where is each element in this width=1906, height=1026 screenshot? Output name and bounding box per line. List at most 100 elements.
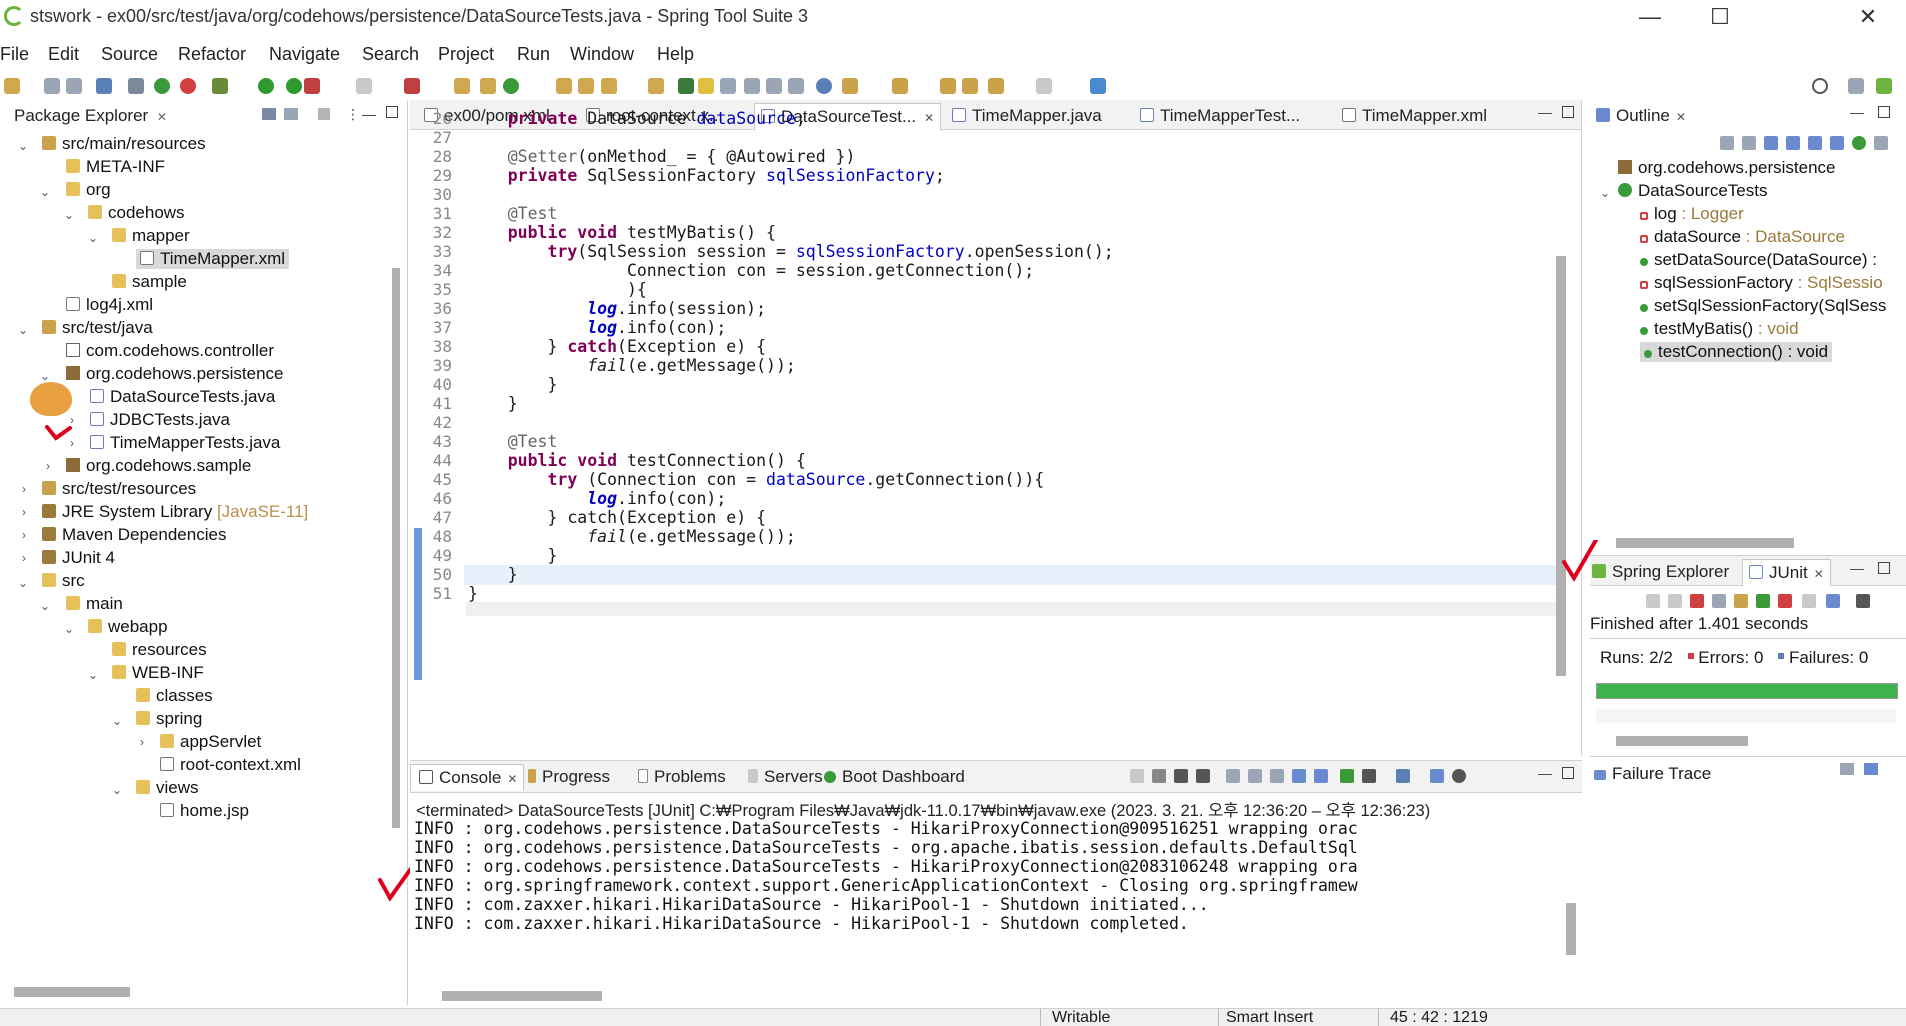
scroll-lock-icon[interactable] [1712,594,1726,608]
prev-failure-icon[interactable] [1668,594,1682,608]
display-console-icon[interactable] [1362,769,1376,783]
sort-icon[interactable] [1742,136,1756,150]
maximize-view-icon[interactable] [1562,767,1574,779]
tree-item-src[interactable]: src [42,571,85,591]
outline-item-package[interactable]: org.codehows.persistence [1618,158,1836,178]
view-menu-icon[interactable]: ⋮ [346,106,360,123]
menu-edit[interactable]: Edit [48,44,79,65]
maximize-view-icon[interactable] [1878,106,1890,118]
terminate-console-icon[interactable] [1152,769,1166,783]
outline-horizontal-scrollbar[interactable] [1616,538,1794,548]
expand-arrow-icon[interactable]: ⌄ [1600,186,1610,200]
scroll-lock-icon[interactable] [1248,769,1262,783]
tree-item-org-codehows-sample[interactable]: org.codehows.sample [66,456,251,476]
highlight-icon[interactable] [698,78,714,94]
expand-arrow-icon[interactable]: › [22,505,26,519]
run-last-icon[interactable] [286,78,302,94]
show-whitespace-icon[interactable] [744,78,760,94]
maximize-button[interactable]: ☐ [1690,2,1750,32]
expand-arrow-icon[interactable]: › [140,735,144,749]
tree-item-web-inf[interactable]: WEB-INF [112,663,204,683]
pilcrow-icon[interactable] [788,78,804,94]
tree-item-src-test-java[interactable]: src/test/java [42,318,153,338]
outline-tab[interactable]: Outline ✕ [1590,103,1692,130]
menu-file[interactable]: File [0,44,29,65]
tree-item-webapp[interactable]: webapp [88,617,168,637]
explorer-horizontal-scrollbar[interactable] [14,987,130,997]
outline-item-sqlsessionfactory[interactable]: sqlSessionFactory : SqlSessio [1640,273,1883,293]
junit-tab[interactable]: JUnit ✕ [1742,559,1831,586]
expand-arrow-icon[interactable]: ⌄ [40,369,50,383]
tree-item-log4j-xml[interactable]: log4j.xml [66,295,153,315]
tree-item-classes[interactable]: classes [136,686,213,706]
back-icon[interactable] [962,78,978,94]
new-server-icon[interactable] [404,78,420,94]
tree-item-timemappertests-java[interactable]: TimeMapperTests.java [90,433,280,453]
history-icon[interactable] [1826,594,1840,608]
outline-item-class[interactable]: DataSourceTests [1618,181,1767,201]
tree-item-maven-dependencies[interactable]: Maven Dependencies [42,525,226,545]
tree-item-meta-inf[interactable]: META-INF [66,157,165,177]
minimize-view-icon[interactable]: — [1850,560,1864,576]
close-tab-icon[interactable]: ✕ [507,772,517,786]
new-icon[interactable] [4,78,20,94]
problems-tab[interactable]: Problems [632,764,732,791]
junit-horizontal-scrollbar[interactable] [1616,736,1748,746]
refresh-icon[interactable] [180,78,196,94]
progress-tab[interactable]: Progress [522,764,616,791]
tree-item-org[interactable]: org [66,180,111,200]
console-output[interactable]: INFO : org.codehows.persistence.DataSour… [410,819,1558,969]
word-wrap-icon[interactable] [1270,769,1284,783]
tree-item-jre-system-library[interactable]: JRE System Library [JavaSE-11] [42,502,308,522]
expand-arrow-icon[interactable]: ⌄ [40,185,50,199]
minimize-view-icon[interactable]: — [1850,104,1864,120]
minimize-button[interactable]: — [1620,2,1680,32]
expand-arrow-icon[interactable]: › [46,459,50,473]
open-task-icon[interactable] [578,78,594,94]
last-edit-icon[interactable] [940,78,956,94]
outline-item-testconnection[interactable]: testConnection() : void [1640,342,1833,362]
word-wrap-icon[interactable] [766,78,782,94]
tree-item-mapper[interactable]: mapper [112,226,190,246]
debug-icon[interactable] [212,78,228,94]
expand-arrow-icon[interactable]: ⌄ [40,599,50,613]
expand-arrow-icon[interactable]: ⌄ [18,139,28,153]
expand-arrow-icon[interactable]: ⌄ [18,323,28,337]
expand-arrow-icon[interactable]: ⌄ [18,576,28,590]
hide-fields-icon[interactable] [1764,136,1778,150]
remove-launch-icon[interactable] [1174,769,1188,783]
outline-item-datasource[interactable]: dataSource : DataSource [1640,227,1845,247]
menu-help[interactable]: Help [657,44,694,65]
console-horizontal-scrollbar[interactable] [442,991,602,1001]
hide-static-icon[interactable] [1786,136,1800,150]
tree-item-com-codehows-controller[interactable]: com.codehows.controller [66,341,274,361]
show-stdout-icon[interactable] [1292,769,1306,783]
expand-arrow-icon[interactable]: › [22,528,26,542]
collapse-all-icon[interactable] [1720,136,1734,150]
search-toolbar-icon[interactable] [601,78,617,94]
editor-vertical-scrollbar[interactable] [1556,256,1566,676]
expand-arrow-icon[interactable]: ⌄ [112,714,122,728]
tree-item-root-context-xml[interactable]: root-context.xml [160,755,301,775]
close-tab-icon[interactable]: ✕ [1814,567,1824,581]
expand-arrow-icon[interactable]: ⌄ [88,668,98,682]
outline-item-setsqlsessionfactory[interactable]: setSqlSessionFactory(SqlSess [1640,296,1886,316]
tree-item-resources[interactable]: resources [112,640,207,660]
expand-arrow-icon[interactable]: › [22,482,26,496]
tree-item-sample[interactable]: sample [112,272,187,292]
print-icon[interactable] [96,78,112,94]
expand-arrow-icon[interactable]: › [70,436,74,450]
filter-icon[interactable] [318,108,330,120]
block-selection-icon[interactable] [720,78,736,94]
close-tab-icon[interactable]: ✕ [1676,110,1686,124]
expand-arrow-icon[interactable]: ⌄ [64,208,74,222]
back-arrow-icon[interactable] [988,78,1004,94]
globe-icon[interactable] [816,78,832,94]
minimize-view-icon[interactable]: — [362,106,376,122]
outline-item-setdatasource[interactable]: setDataSource(DataSource) : [1640,250,1877,270]
explorer-vertical-scrollbar[interactable] [392,268,400,828]
outline-item-testmybatis[interactable]: testMyBatis() : void [1640,319,1799,339]
menu-source[interactable]: Source [101,44,158,65]
maximize-view-icon[interactable] [386,106,398,118]
stop-icon[interactable] [356,78,372,94]
